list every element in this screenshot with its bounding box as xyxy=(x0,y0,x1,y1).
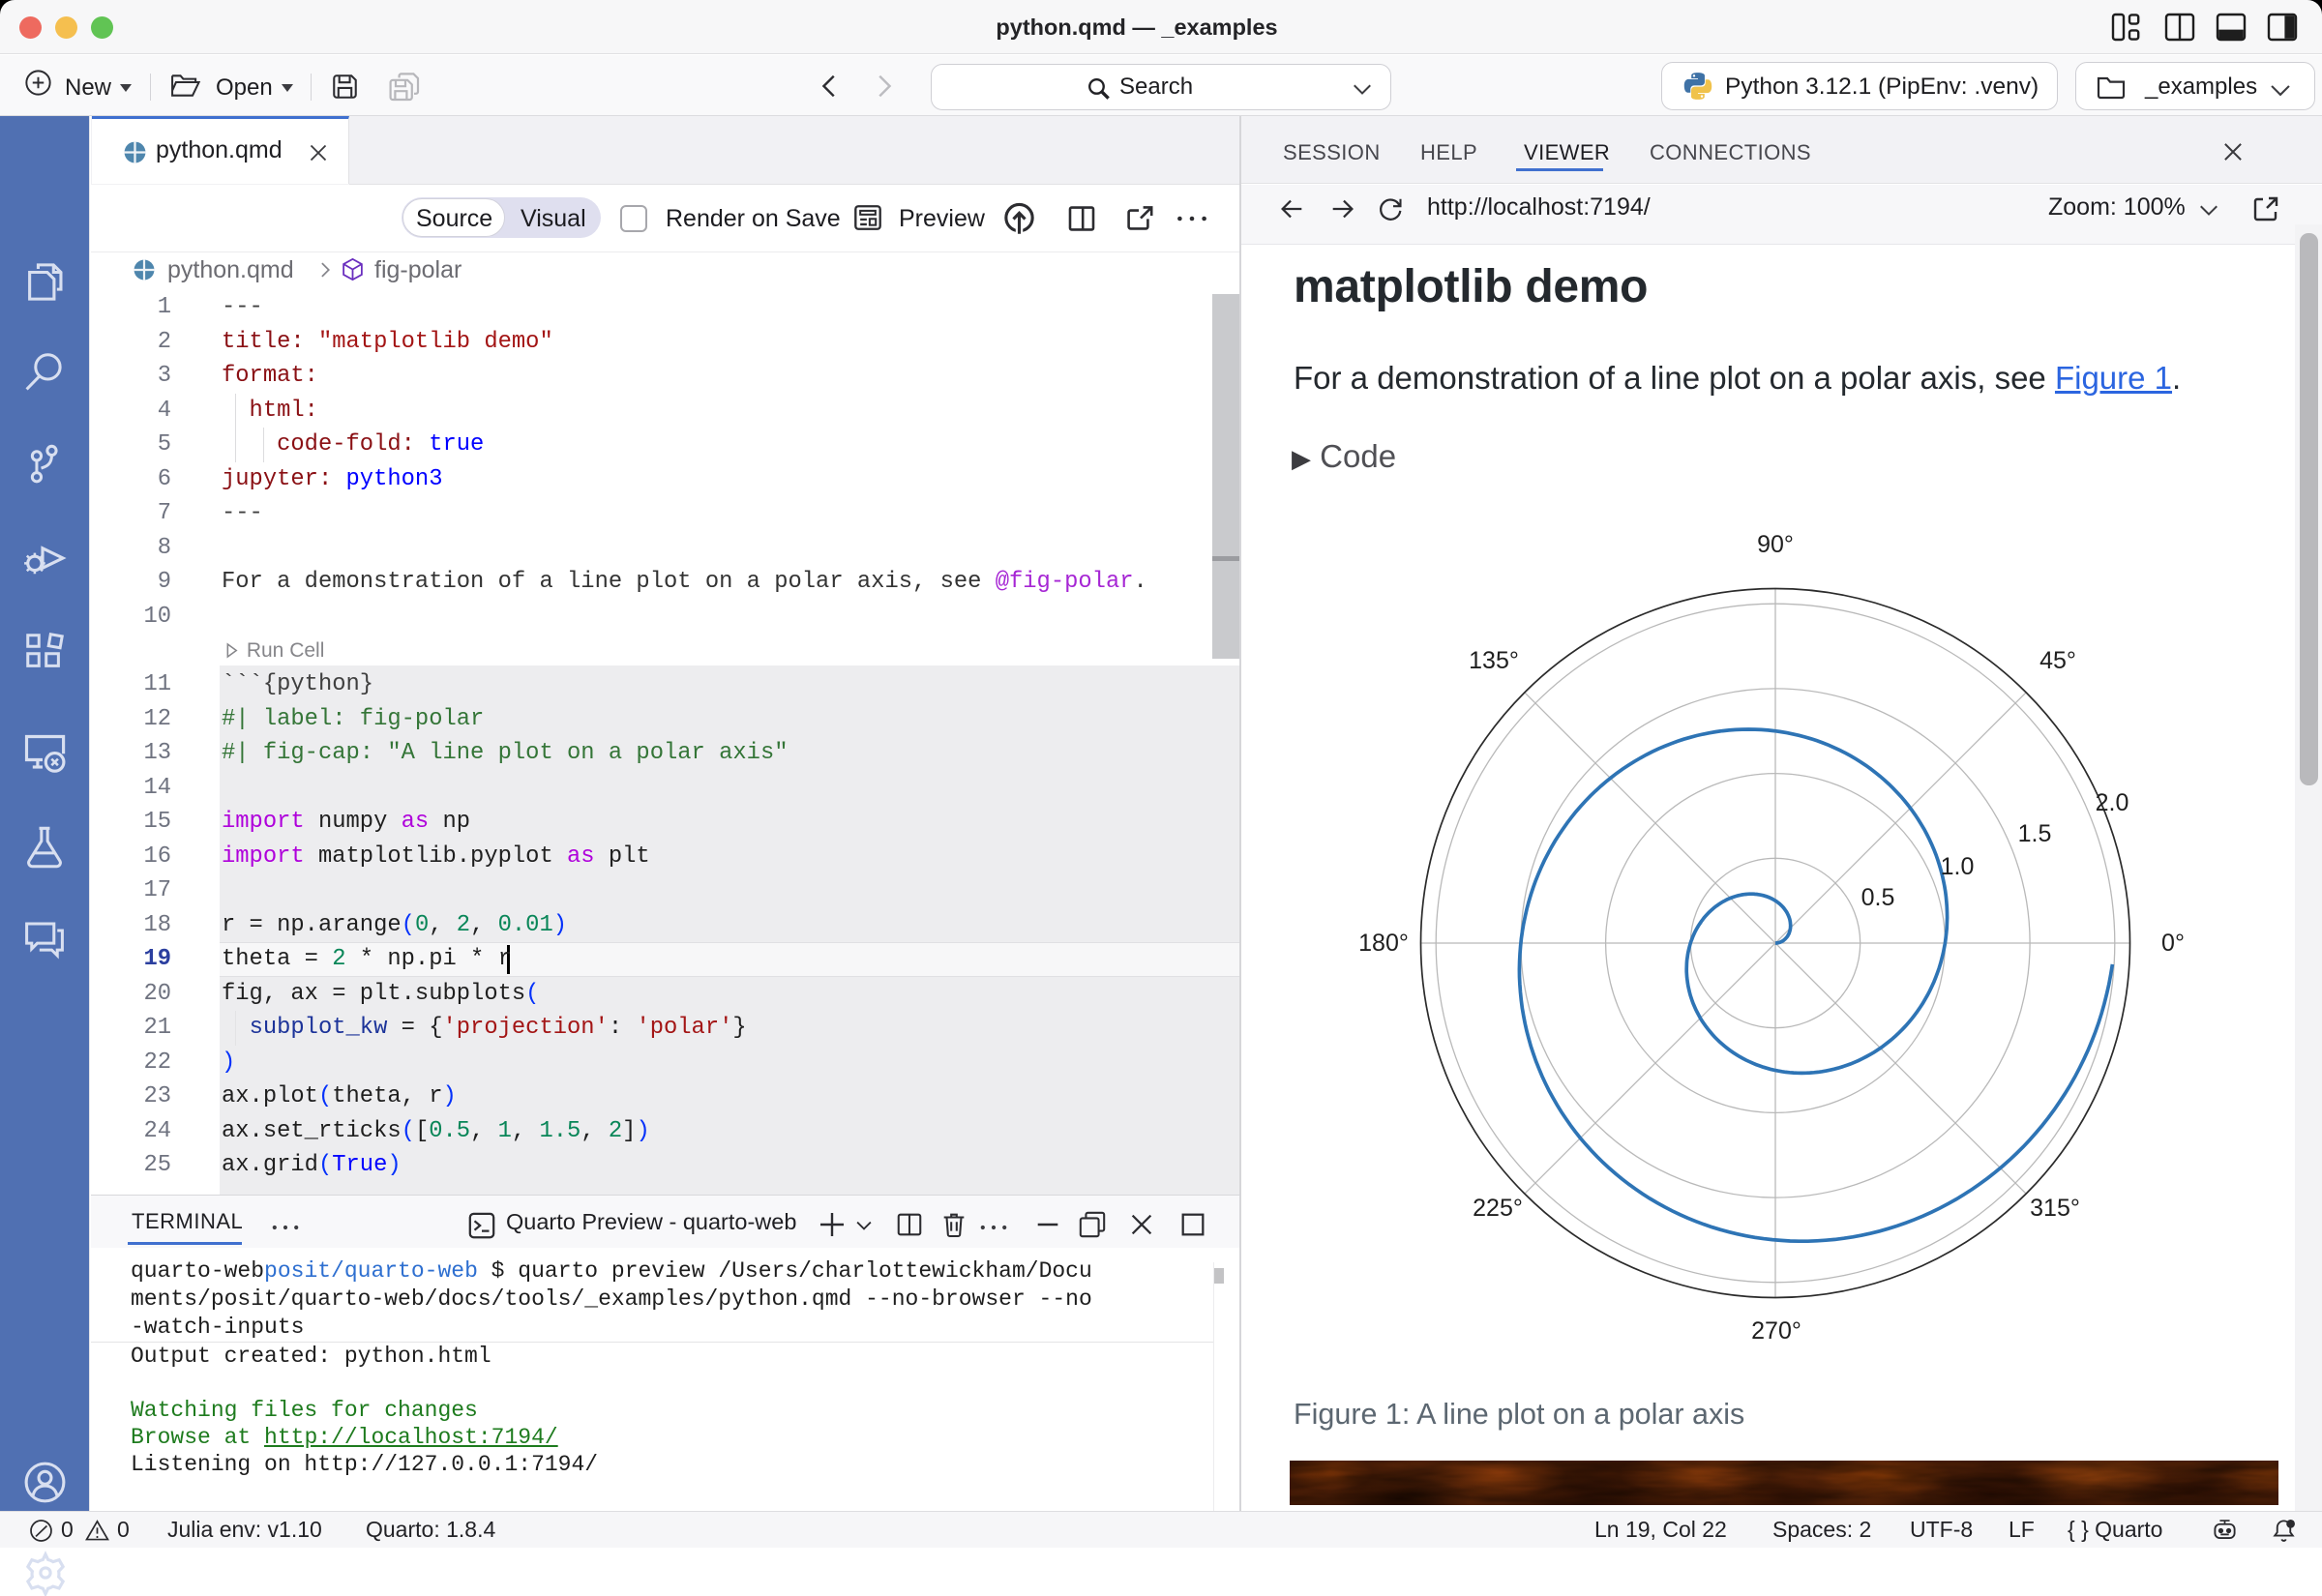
svg-text:135°: 135° xyxy=(1469,647,1519,674)
svg-text:225°: 225° xyxy=(1473,1195,1523,1222)
svg-text:270°: 270° xyxy=(1751,1317,1801,1345)
svg-text:0°: 0° xyxy=(2161,930,2185,957)
svg-text:90°: 90° xyxy=(1757,531,1794,558)
svg-text:180°: 180° xyxy=(1358,930,1409,957)
svg-text:2.0: 2.0 xyxy=(2096,789,2129,816)
svg-text:315°: 315° xyxy=(2030,1195,2080,1222)
svg-text:0.5: 0.5 xyxy=(1861,884,1895,911)
svg-text:45°: 45° xyxy=(2039,647,2076,674)
svg-text:1.0: 1.0 xyxy=(1941,853,1975,880)
svg-text:1.5: 1.5 xyxy=(2018,820,2052,847)
